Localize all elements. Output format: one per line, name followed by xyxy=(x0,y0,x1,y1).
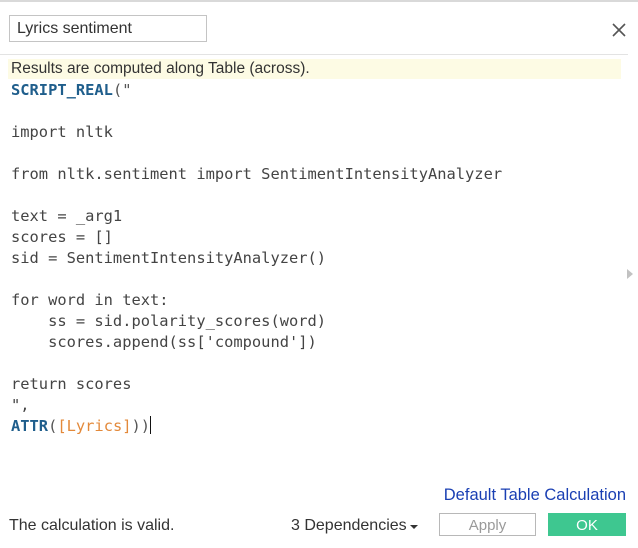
code-line: scores.append(ss['compound']) xyxy=(11,333,317,351)
field-reference: [Lyrics] xyxy=(57,417,132,435)
dependencies-label: 3 Dependencies xyxy=(291,517,407,534)
text-cursor xyxy=(150,416,152,434)
script-open: (" xyxy=(112,81,132,99)
attr-function: ATTR xyxy=(11,417,49,435)
top-border xyxy=(0,0,638,2)
validation-status: The calculation is valid. xyxy=(9,517,175,534)
calculation-name-input[interactable] xyxy=(9,15,207,42)
attr-close: )) xyxy=(131,417,151,435)
code-line: ", xyxy=(11,396,30,414)
formula-editor[interactable]: SCRIPT_REAL(" import nltk from nltk.sent… xyxy=(11,80,621,450)
apply-button[interactable]: Apply xyxy=(439,513,536,536)
code-line: ss = sid.polarity_scores(word) xyxy=(11,312,327,330)
script-function: SCRIPT_REAL xyxy=(11,81,113,99)
default-table-calculation-link[interactable]: Default Table Calculation xyxy=(444,486,626,505)
close-icon xyxy=(612,23,626,37)
attr-open: ( xyxy=(48,417,58,435)
code-line: text = _arg1 xyxy=(11,207,123,225)
header-divider xyxy=(0,54,628,55)
compute-notice: Results are computed along Table (across… xyxy=(8,59,621,79)
code-line: for word in text: xyxy=(11,291,169,309)
expand-right-icon[interactable] xyxy=(627,269,633,279)
ok-button[interactable]: OK xyxy=(548,513,626,536)
code-line: sid = SentimentIntensityAnalyzer() xyxy=(11,249,327,267)
chevron-down-icon xyxy=(409,525,418,529)
code-line: from nltk.sentiment import SentimentInte… xyxy=(11,165,503,183)
code-line: return scores xyxy=(11,375,132,393)
code-line: scores = [] xyxy=(11,228,113,246)
dependencies-dropdown[interactable]: 3 Dependencies xyxy=(291,516,418,536)
close-button[interactable] xyxy=(607,18,631,42)
code-line: import nltk xyxy=(11,123,113,141)
